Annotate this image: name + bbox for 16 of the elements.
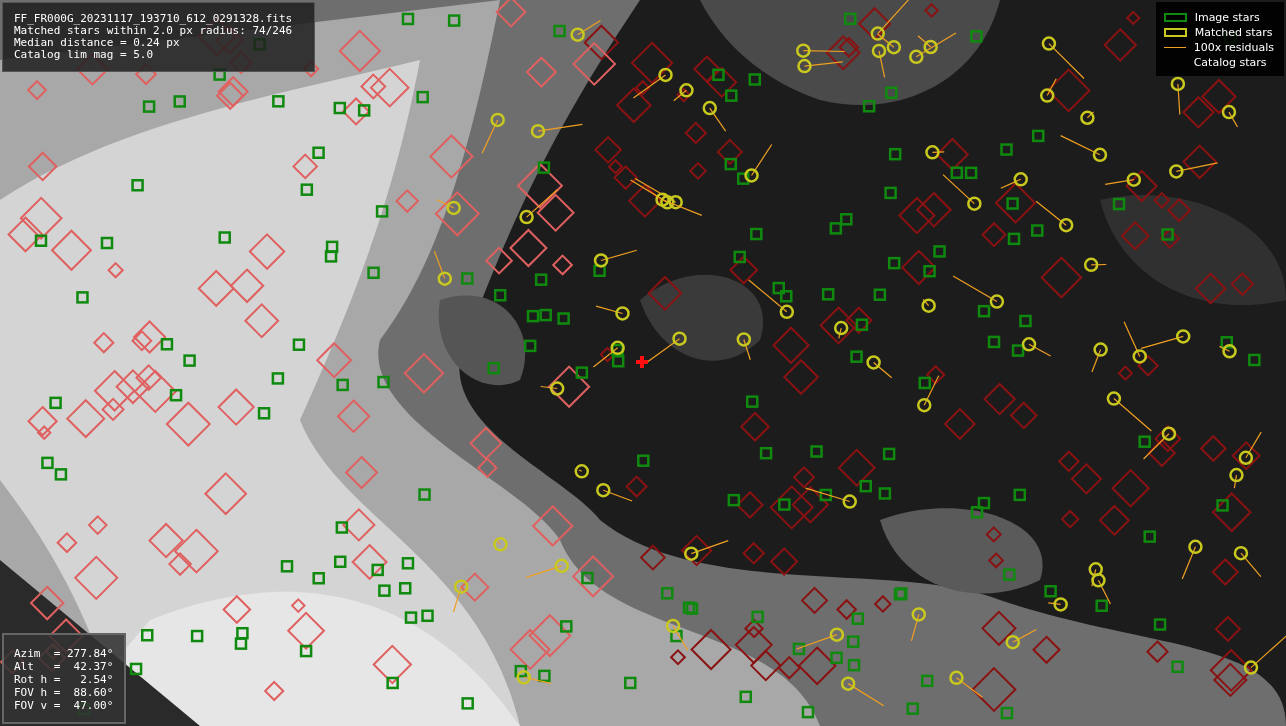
legend-label: 100x residuals [1193, 41, 1274, 54]
legend-label: Matched stars [1194, 26, 1273, 39]
legend-label: Catalog stars [1193, 56, 1267, 69]
legend-swatch-icon [1163, 13, 1187, 22]
info-text: Matched stars within 2.0 px radius: 74/246 [14, 25, 294, 37]
pointing-text: Rot h = 2.54° [14, 673, 114, 686]
info-text: Median distance = 0.24 px [14, 37, 181, 49]
pointing-text: FOV v = 47.00° [14, 699, 114, 712]
pointing-text: FOV h = 88.60° [14, 686, 114, 699]
pointing-text: Azim = 277.84° [14, 647, 114, 660]
info-text: Catalog lim mag = 5.0 [14, 49, 155, 61]
legend-line-icon [1163, 47, 1186, 48]
legend-swatch-icon [1163, 28, 1187, 37]
legend-label: Image stars [1194, 11, 1260, 24]
info-text: FF_FR000G_20231117_193710_612_0291328.fits [14, 13, 294, 25]
pointing-text: Alt = 42.37° [14, 660, 114, 673]
